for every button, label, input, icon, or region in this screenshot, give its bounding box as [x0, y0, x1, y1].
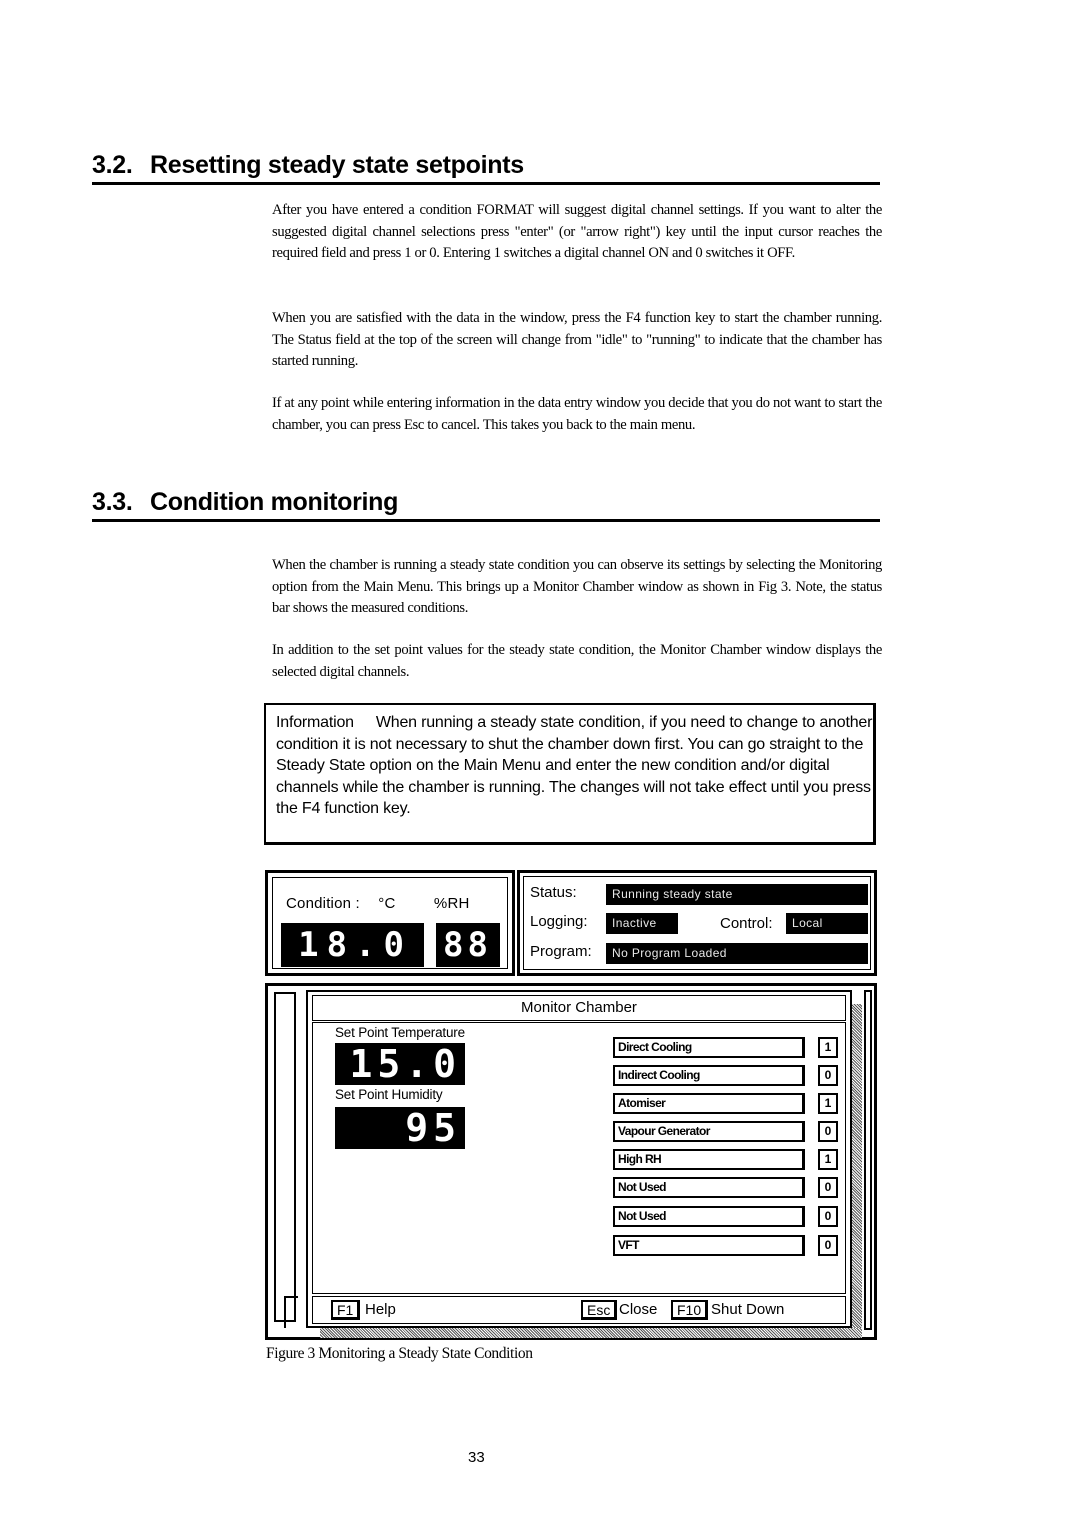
help-label: Help — [365, 1301, 396, 1318]
information-box: Information When running a steady state c… — [264, 703, 876, 845]
left-frame-hook — [284, 1296, 298, 1328]
window-shadow-right — [852, 1004, 862, 1328]
window-shadow-bottom — [320, 1328, 862, 1338]
channel-value-field[interactable]: 0 — [818, 1177, 838, 1198]
paragraph: In addition to the set point values for … — [272, 642, 882, 680]
channel-name: VFT — [613, 1235, 805, 1256]
section-heading-3-3: 3.3. Condition monitoring — [92, 487, 880, 522]
channel-value-field[interactable]: 1 — [818, 1149, 838, 1170]
channel-value-field[interactable]: 1 — [818, 1093, 838, 1114]
channel-name: Not Used — [613, 1177, 805, 1198]
channel-name: Not Used — [613, 1206, 805, 1227]
control-label: Control: — [720, 915, 773, 932]
close-label: Close — [619, 1301, 658, 1318]
help-key-button[interactable]: F1 — [331, 1300, 361, 1320]
channel-value-field[interactable]: 0 — [818, 1206, 838, 1227]
channel-name: High RH — [613, 1149, 805, 1170]
measured-temperature-display: 18.0 — [281, 923, 426, 967]
paragraph: When the chamber is running a steady sta… — [272, 557, 882, 616]
window-body: Set Point Temperature 15.0 Set Point Hum… — [312, 1022, 846, 1294]
channel-name: Direct Cooling — [613, 1037, 805, 1058]
channel-name: Indirect Cooling — [613, 1065, 805, 1086]
close-key-button[interactable]: Esc — [581, 1300, 618, 1320]
channel-value-field[interactable]: 0 — [818, 1121, 838, 1142]
status-field: Running steady state — [606, 884, 868, 905]
setpoint-temperature-display: 15.0 — [335, 1043, 467, 1085]
section-title: Resetting steady state setpoints — [150, 151, 524, 179]
information-label: Information — [276, 714, 354, 731]
logging-field: Inactive — [606, 913, 678, 934]
window-footer: F1 Help Esc Close F10 Shut Down — [312, 1296, 846, 1324]
section-number: 3.2. — [92, 151, 133, 179]
measured-humidity-display: 88 — [436, 923, 502, 967]
section-number: 3.3. — [92, 488, 133, 516]
section-heading-3-2: 3.2. Resetting steady state setpoints — [92, 150, 880, 185]
left-frame-strip — [274, 992, 296, 1322]
figure-caption: Figure 3 Monitoring a Steady State Condi… — [266, 1345, 533, 1362]
channel-value-field[interactable]: 0 — [818, 1235, 838, 1256]
shutdown-label: Shut Down — [711, 1301, 785, 1318]
status-panel: Status: Running steady state Logging: In… — [517, 870, 877, 976]
shutdown-key-button[interactable]: F10 — [671, 1300, 709, 1320]
program-label: Program: — [530, 943, 592, 960]
channel-name: Atomiser — [613, 1093, 805, 1114]
status-label: Status: — [530, 884, 577, 901]
section-title: Condition monitoring — [150, 488, 399, 516]
logging-label: Logging: — [530, 913, 588, 930]
main-panel: Monitor Chamber Set Point Temperature 15… — [265, 983, 877, 1340]
information-text: When running a steady state condition, i… — [276, 714, 873, 817]
page-number: 33 — [468, 1449, 485, 1466]
setpoint-humidity-display: 95 — [335, 1107, 467, 1149]
paragraph: After you have entered a condition FORMA… — [272, 202, 882, 261]
monitor-chamber-screenshot: Condition : °C %RH 18.0 88 Status: Runni… — [265, 870, 877, 1340]
program-field: No Program Loaded — [606, 943, 868, 964]
temp-unit-label: °C — [378, 895, 396, 912]
right-frame-strip — [864, 990, 872, 1330]
condition-header: Condition : °C %RH — [286, 895, 470, 912]
channel-value-field[interactable]: 0 — [818, 1065, 838, 1086]
paragraph: When you are satisfied with the data in … — [272, 310, 882, 369]
window-title: Monitor Chamber — [312, 995, 846, 1021]
setpoint-temperature-label: Set Point Temperature — [335, 1025, 465, 1040]
channel-value-field[interactable]: 1 — [818, 1037, 838, 1058]
condition-label: Condition : — [286, 895, 360, 912]
monitor-chamber-window: Monitor Chamber Set Point Temperature 15… — [306, 990, 852, 1328]
condition-panel: Condition : °C %RH 18.0 88 — [265, 870, 515, 976]
paragraph: If at any point while entering informati… — [272, 395, 882, 433]
setpoint-humidity-label: Set Point Humidity — [335, 1087, 443, 1102]
channel-name: Vapour Generator — [613, 1121, 805, 1142]
control-field: Local — [786, 913, 868, 934]
rh-unit-label: %RH — [433, 895, 470, 912]
